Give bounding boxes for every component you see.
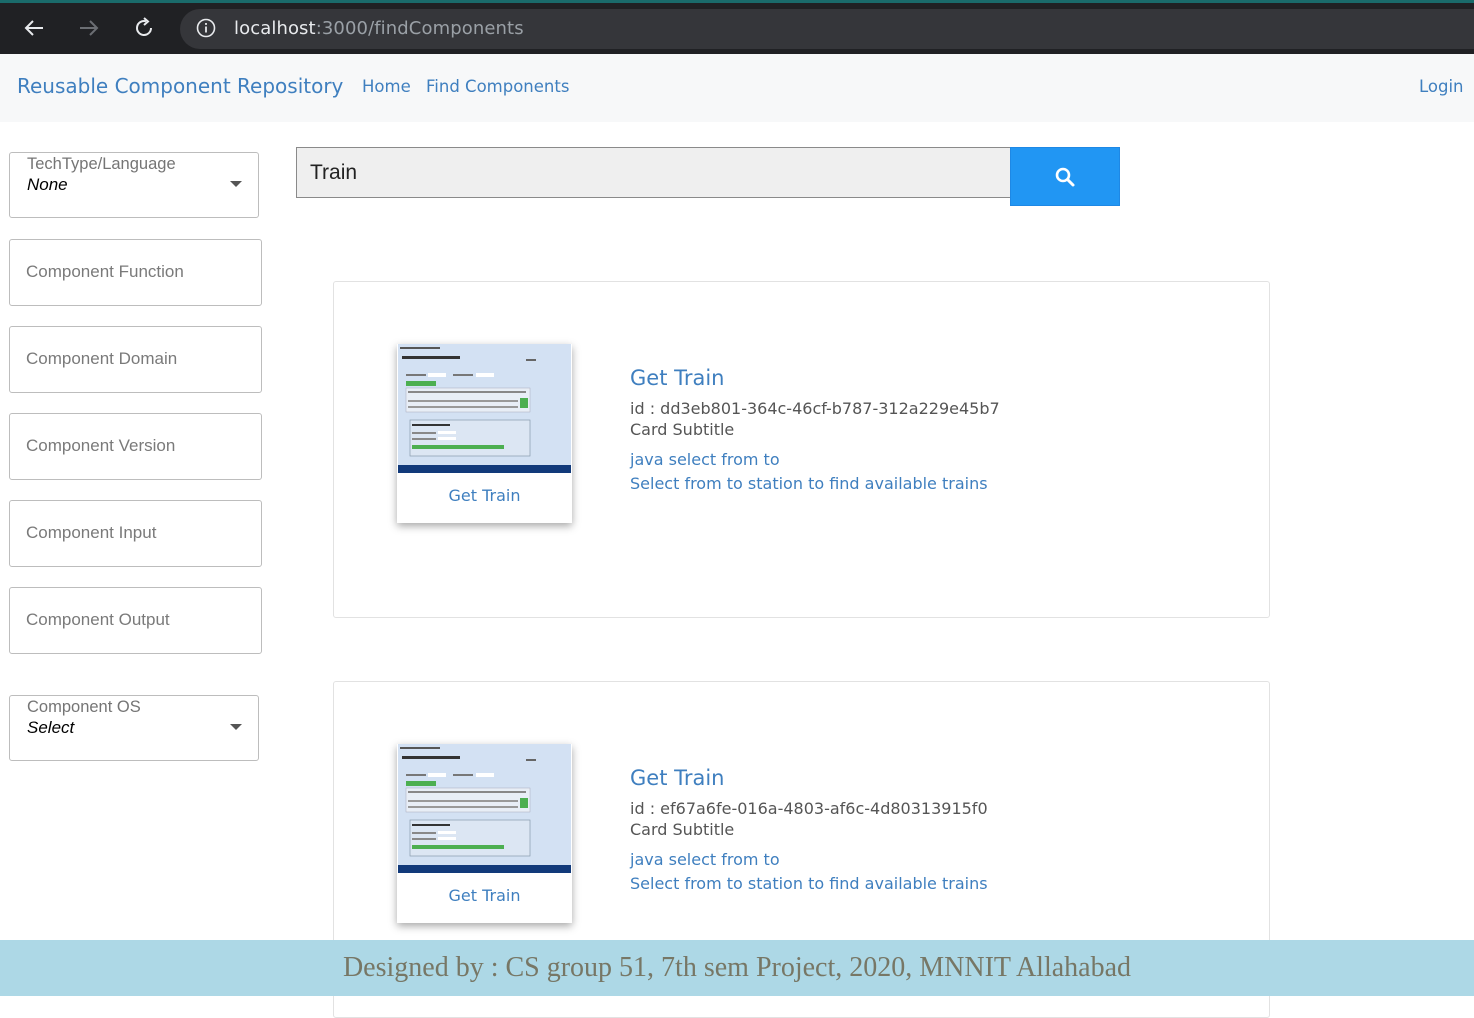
techtype-select[interactable]: TechType/Language None: [9, 152, 259, 218]
thumbnail-card[interactable]: Get Train: [397, 344, 572, 523]
brand-link[interactable]: Reusable Component Repository: [17, 74, 343, 98]
forward-icon[interactable]: [75, 14, 103, 42]
component-domain-input[interactable]: [26, 347, 246, 371]
thumbnail-caption[interactable]: Get Train: [397, 886, 572, 905]
component-input-input[interactable]: [26, 521, 246, 545]
card-id: id : dd3eb801-364c-46cf-b787-312a229e45b…: [630, 399, 1000, 418]
tab-strip-edge: [0, 0, 1474, 3]
back-icon[interactable]: [20, 14, 48, 42]
card-description-link[interactable]: Select from to station to find available…: [630, 474, 988, 493]
techtype-select-label: TechType/Language: [27, 155, 176, 173]
site-info-icon[interactable]: [196, 18, 216, 38]
component-screenshot-thumbnail: [398, 744, 571, 873]
search-input[interactable]: [310, 160, 990, 186]
card-subtitle: Card Subtitle: [630, 420, 735, 439]
component-function-field[interactable]: [9, 239, 262, 306]
card-tags-link[interactable]: java select from to: [630, 450, 780, 469]
login-link[interactable]: Login: [1419, 77, 1464, 96]
card-title[interactable]: Get Train: [630, 366, 725, 390]
component-version-field[interactable]: [9, 413, 262, 480]
footer: Designed by : CS group 51, 7th sem Proje…: [0, 940, 1474, 996]
component-os-select-label: Component OS: [27, 698, 141, 716]
search-icon: [1055, 167, 1075, 186]
result-card: Get Train Get Train id : dd3eb801-364c-4…: [333, 281, 1270, 618]
thumbnail-caption[interactable]: Get Train: [397, 486, 572, 505]
dropdown-caret-icon: [230, 724, 242, 730]
nav-link-find-components[interactable]: Find Components: [426, 77, 569, 96]
url-text[interactable]: localhost:3000/findComponents: [234, 18, 524, 39]
card-title[interactable]: Get Train: [630, 766, 725, 790]
component-domain-field[interactable]: [9, 326, 262, 393]
card-id: id : ef67a6fe-016a-4803-af6c-4d80313915f…: [630, 799, 988, 818]
component-version-input[interactable]: [26, 434, 246, 458]
reload-icon[interactable]: [130, 14, 158, 42]
url-path: :3000/findComponents: [315, 18, 524, 39]
component-screenshot-thumbnail: [398, 344, 571, 473]
component-os-select[interactable]: Component OS Select: [9, 695, 259, 761]
url-host: localhost: [234, 18, 316, 39]
search-box[interactable]: [296, 147, 1010, 198]
thumbnail-card[interactable]: Get Train: [397, 744, 572, 923]
card-subtitle: Card Subtitle: [630, 820, 735, 839]
component-input-field[interactable]: [9, 500, 262, 567]
component-os-select-value: Select: [27, 718, 75, 737]
component-function-input[interactable]: [26, 260, 246, 284]
footer-credits: Designed by : CS group 51, 7th sem Proje…: [342, 952, 1132, 983]
component-output-input[interactable]: [26, 608, 246, 632]
card-description-link[interactable]: Select from to station to find available…: [630, 874, 988, 893]
component-output-field[interactable]: [9, 587, 262, 654]
card-tags-link[interactable]: java select from to: [630, 850, 780, 869]
browser-toolbar: localhost:3000/findComponents: [0, 0, 1474, 54]
techtype-select-value: None: [27, 175, 68, 194]
search-button[interactable]: [1010, 147, 1120, 206]
nav-link-home[interactable]: Home: [362, 77, 411, 96]
dropdown-caret-icon: [230, 181, 242, 187]
